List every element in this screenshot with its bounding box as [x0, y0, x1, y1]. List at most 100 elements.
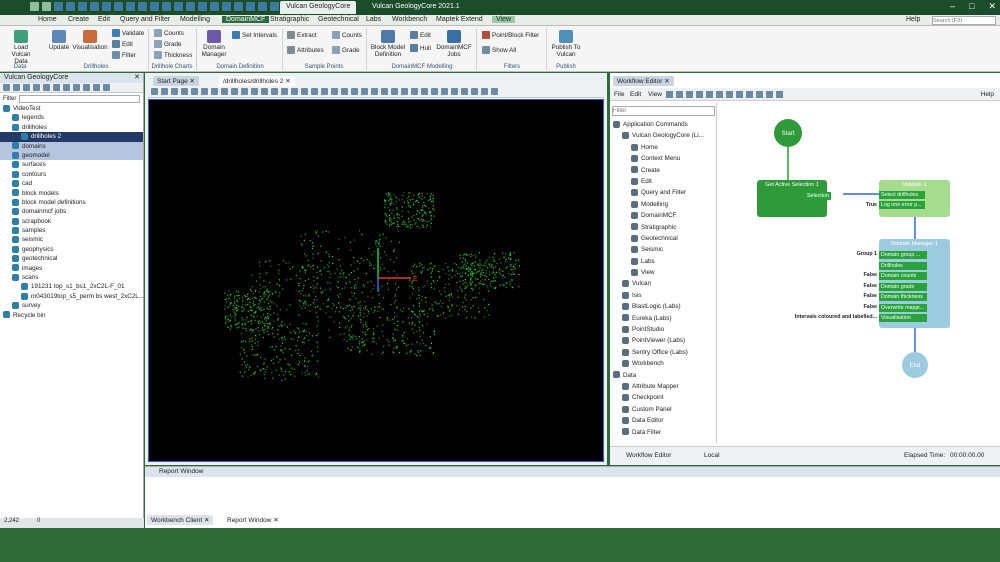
tree-item[interactable]: seismic	[0, 235, 143, 244]
validate-button[interactable]: Validate	[112, 29, 144, 37]
help-menu[interactable]: Help	[906, 16, 920, 23]
node-pin[interactable]: Domain counts	[879, 272, 927, 280]
command-item[interactable]: Modelling	[610, 199, 716, 210]
validate-node[interactable]: Validate 1 Select drillholes Log one err…	[879, 180, 950, 217]
workflow-canvas[interactable]: Start End Get Active Selection 1 Selecti…	[719, 103, 998, 443]
tree-item[interactable]: surfaces	[0, 160, 143, 169]
show-all-button[interactable]: Show All	[482, 46, 516, 54]
command-item[interactable]: Attribute Mapper	[610, 381, 716, 392]
command-item[interactable]: BlastLogic (Labs)	[610, 301, 716, 312]
thickness-chart-button[interactable]: Thickness	[154, 51, 192, 59]
wf-menu-file[interactable]: File	[614, 91, 624, 98]
quick-access-toolbar[interactable]	[30, 2, 315, 13]
menu-tab-labs[interactable]: Labs	[366, 16, 381, 23]
tree-item[interactable]: scrapbook	[0, 217, 143, 226]
tree-item[interactable]: images	[0, 264, 143, 273]
set-intervals-button[interactable]: Set Intervals	[232, 31, 277, 39]
wf-filter-input[interactable]	[612, 106, 715, 116]
load-vulcan-data-button[interactable]: Load Vulcan Data	[4, 30, 38, 65]
tree-item[interactable]: geophysics	[0, 245, 143, 254]
node-pin[interactable]: Select drillholes	[879, 191, 925, 199]
wf-menu-view[interactable]: View	[648, 91, 662, 98]
edit-model-button[interactable]: Edit	[410, 31, 431, 39]
counts-chart-button[interactable]: Counts	[154, 29, 184, 37]
explorer-filter-input[interactable]	[19, 94, 140, 103]
command-item[interactable]: Vulcan	[610, 278, 716, 289]
menu-tab-query-and-filter[interactable]: Query and Filter	[120, 16, 170, 23]
menu-tab-create[interactable]: Create	[68, 16, 89, 23]
tree-item[interactable]: legends	[0, 113, 143, 122]
edit-drillholes-button[interactable]: Edit	[112, 40, 133, 48]
sample-counts-button[interactable]: Counts	[332, 31, 362, 39]
view-toolbar[interactable]	[148, 87, 604, 98]
tree-item[interactable]: domains	[0, 141, 143, 151]
domainmcf-jobs-button[interactable]: DomainMCF Jobs	[434, 30, 474, 58]
tree-item[interactable]: VideoTest	[0, 104, 143, 113]
menu-tab-geotechnical[interactable]: Geotechnical	[318, 16, 359, 23]
extract-button[interactable]: Extract	[287, 31, 317, 39]
command-item[interactable]: Create	[610, 165, 716, 176]
maximize-icon[interactable]: □	[969, 1, 974, 12]
node-pin[interactable]: Domain group ...	[879, 251, 927, 259]
command-item[interactable]: Eureka (Labs)	[610, 313, 716, 324]
node-pin[interactable]: Overwrite mappi...	[879, 303, 927, 312]
tab-report-window[interactable]: Report Window ✕	[223, 515, 283, 525]
window-tab-geologycore[interactable]: Vulcan GeologyCore	[280, 1, 357, 14]
workflow-editor-footer-tab[interactable]: Workflow Editor	[626, 452, 671, 459]
command-item[interactable]: Isis	[610, 290, 716, 301]
tree-item[interactable]: drillholes 2	[0, 132, 143, 142]
wf-toolbar[interactable]	[666, 91, 783, 98]
attributes-button[interactable]: Attributes	[287, 46, 324, 54]
close-icon[interactable]: ✕	[988, 1, 996, 12]
command-item[interactable]: Custom Panel	[610, 404, 716, 415]
tree-item[interactable]: survey	[0, 301, 143, 310]
grade-chart-button[interactable]: Grade	[154, 40, 182, 48]
menu-tab-view[interactable]: View	[492, 16, 516, 23]
tree-item[interactable]: scans	[0, 273, 143, 282]
command-item[interactable]: Query and Filter	[610, 187, 716, 198]
hull-button[interactable]: Hull	[410, 44, 431, 52]
filter-button[interactable]: Filter	[112, 51, 136, 59]
selection-pin[interactable]: Selection	[805, 192, 831, 200]
explorer-toolbar[interactable]	[0, 83, 143, 93]
tab-drillholes-view[interactable]: /drillholes/drillholes 2 ✕	[219, 76, 295, 86]
command-item[interactable]: Home	[610, 142, 716, 153]
block-model-definition-button[interactable]: Block Model Definition	[369, 30, 407, 58]
command-item[interactable]: Vulcan GeologyCore (Li...	[610, 130, 716, 141]
wf-menu-edit[interactable]: Edit	[630, 91, 641, 98]
command-item[interactable]: Context Menu	[610, 153, 716, 164]
publish-to-vulcan-button[interactable]: Publish To Vulcan	[550, 30, 582, 58]
command-item[interactable]: PointStudio	[610, 324, 716, 335]
minimize-icon[interactable]: –	[950, 1, 955, 12]
command-item[interactable]: Edit	[610, 176, 716, 187]
tree-item[interactable]: m043019top_s5_perm bs west_2xC2L...	[0, 292, 144, 301]
node-pin[interactable]: Domain thickness	[879, 293, 927, 301]
command-item[interactable]: Seismic	[610, 244, 716, 255]
sample-grade-button[interactable]: Grade	[332, 46, 360, 54]
3d-viewport[interactable]: N E	[148, 99, 604, 462]
update-button[interactable]: Update	[46, 30, 72, 51]
menu-tab-maptek-extend[interactable]: Maptek Extend	[436, 16, 483, 23]
command-item[interactable]: Application Commands	[610, 119, 716, 130]
command-item[interactable]: Labs	[610, 256, 716, 267]
tree-item[interactable]: block model definitions	[0, 198, 143, 207]
command-item[interactable]: Data Editor	[610, 415, 716, 426]
node-pin[interactable]: Log one error p...	[879, 201, 925, 209]
domain-manager-node[interactable]: Domain Manager 1 Domain group ... Drillho…	[879, 239, 950, 328]
tree-item[interactable]: geotechnical	[0, 254, 143, 263]
tree-item[interactable]: cad	[0, 179, 143, 188]
point-block-filter-button[interactable]: Point/Block Filter	[482, 31, 539, 39]
command-item[interactable]: Workbench	[610, 358, 716, 369]
tree-item[interactable]: block models	[0, 189, 143, 198]
menu-tab-edit[interactable]: Edit	[98, 16, 110, 23]
menu-tab-workbench[interactable]: Workbench	[392, 16, 427, 23]
tab-start-page[interactable]: Start Page ✕	[153, 76, 199, 86]
tree-item[interactable]: contours	[0, 170, 143, 179]
command-item[interactable]: Stratigraphic	[610, 222, 716, 233]
search-input[interactable]	[932, 16, 996, 25]
tree-item[interactable]: 191231 top_s1_bs1_2xC2L-F_01	[0, 282, 143, 291]
get-active-selection-node[interactable]: Get Active Selection 1 Selection	[757, 180, 831, 217]
tree-item[interactable]: drillholes	[0, 123, 143, 132]
tab-workbench-client[interactable]: Workbench Client ✕	[147, 515, 214, 525]
command-item[interactable]: Data	[610, 370, 716, 381]
